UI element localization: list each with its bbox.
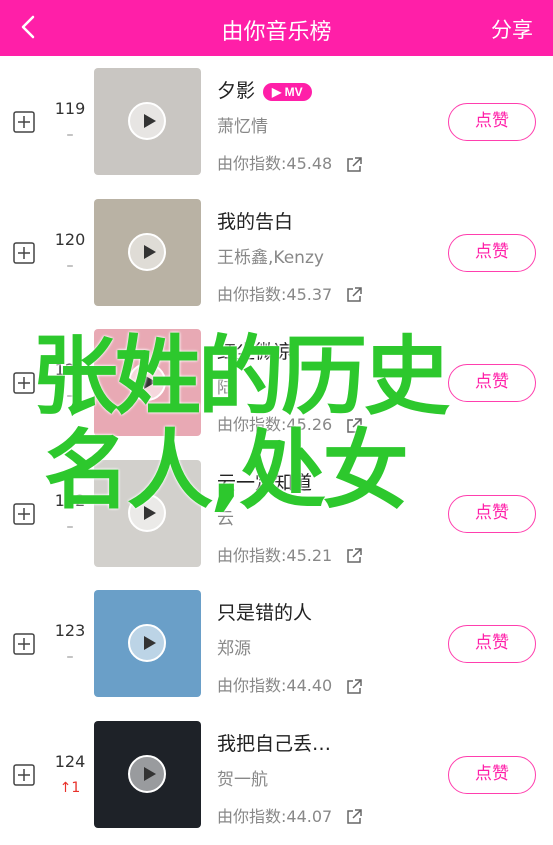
like-button[interactable]: 点赞 <box>448 233 536 272</box>
external-link-icon[interactable] <box>345 678 363 696</box>
chart-index: 由你指数:45.48 <box>217 150 363 174</box>
add-icon[interactable] <box>13 633 35 655</box>
song-title[interactable]: 只是错的人 <box>217 598 312 625</box>
play-icon[interactable] <box>128 363 166 401</box>
play-icon[interactable] <box>128 232 166 271</box>
add-icon[interactable] <box>13 241 35 264</box>
rank-change: – <box>66 257 74 274</box>
like-button[interactable]: 点赞 <box>448 625 536 663</box>
share-button[interactable]: 分享 <box>491 14 533 44</box>
chart-index: 由你指数:45.21 <box>217 542 363 566</box>
song-title[interactable]: 我的告白 <box>217 207 293 234</box>
song-row: 124 ↑1 我把自己丢… 贺一航 由你指数:44.07 点赞 <box>0 709 553 840</box>
song-title[interactable]: 夕影 ▶ MV <box>217 76 312 103</box>
album-cover[interactable] <box>94 590 201 697</box>
album-cover[interactable] <box>94 329 201 436</box>
song-title[interactable]: 我把自己丢… <box>217 729 331 756</box>
page-title: 由你音乐榜 <box>221 20 332 45</box>
rank-number: 122 <box>54 490 86 510</box>
external-link-icon[interactable] <box>345 547 363 565</box>
chart-index: 由你指数:44.40 <box>217 672 363 696</box>
external-link-icon[interactable] <box>345 417 363 435</box>
external-link-icon[interactable] <box>345 156 363 174</box>
rank-number: 121 <box>54 360 86 379</box>
play-icon[interactable] <box>128 624 166 662</box>
add-icon[interactable] <box>13 372 35 394</box>
album-cover[interactable] <box>94 198 201 306</box>
mv-badge[interactable]: ▶ MV <box>263 82 312 101</box>
add-icon[interactable] <box>13 763 35 786</box>
song-row: 121 – 红尘微凉 陆 由你指数:45.26 点赞 <box>0 317 553 448</box>
external-link-icon[interactable] <box>345 286 363 304</box>
external-link-icon[interactable] <box>345 808 363 826</box>
rank-change: – <box>66 388 74 404</box>
rank-number: 124 <box>54 751 86 771</box>
song-row: 122 – 云一定知道 云 由你指数:45.21 点赞 <box>0 448 553 579</box>
song-row: 123 – 只是错的人 郑源 由你指数:44.40 点赞 <box>0 578 553 709</box>
chart-list: 119 – 夕影 ▶ MV 萧忆情 由你指数:45.48 点赞 120 – 我的告… <box>0 56 553 839</box>
play-icon[interactable] <box>128 493 166 532</box>
album-cover[interactable] <box>94 68 201 175</box>
rank-change: ↑1 <box>59 779 81 796</box>
singer-name[interactable]: 云 <box>217 504 234 529</box>
album-cover[interactable] <box>94 720 201 828</box>
like-button[interactable]: 点赞 <box>448 755 536 794</box>
like-button[interactable]: 点赞 <box>448 364 536 402</box>
rank-change: – <box>66 518 74 535</box>
singer-name[interactable]: 王栎鑫,Kenzy <box>217 243 324 268</box>
play-triangle-icon: ▶ <box>272 84 282 99</box>
play-icon[interactable] <box>128 754 166 793</box>
add-icon[interactable] <box>13 502 35 525</box>
singer-name[interactable]: 陆 <box>217 373 234 398</box>
rank-number: 119 <box>54 99 86 118</box>
song-row: 120 – 我的告白 王栎鑫,Kenzy 由你指数:45.37 点赞 <box>0 187 553 318</box>
like-button[interactable]: 点赞 <box>448 103 536 141</box>
add-icon[interactable] <box>13 111 35 133</box>
rank-number: 120 <box>54 229 86 249</box>
app-header: 由你音乐榜 分享 <box>0 0 553 56</box>
chart-index: 由你指数:45.37 <box>217 281 363 305</box>
rank-change: – <box>66 127 74 143</box>
album-cover[interactable] <box>94 459 201 567</box>
song-title[interactable]: 云一定知道 <box>217 468 312 495</box>
rank-number: 123 <box>54 621 86 640</box>
chart-index: 由你指数:44.07 <box>217 803 363 827</box>
arrow-up-icon: ↑ <box>59 779 72 796</box>
song-title[interactable]: 红尘微凉 <box>217 337 293 364</box>
like-button[interactable]: 点赞 <box>448 494 536 533</box>
singer-name[interactable]: 萧忆情 <box>217 112 268 137</box>
rank-change: – <box>66 649 74 665</box>
play-icon[interactable] <box>128 102 166 140</box>
chart-index: 由你指数:45.26 <box>217 411 363 435</box>
singer-name[interactable]: 贺一航 <box>217 765 268 790</box>
singer-name[interactable]: 郑源 <box>217 634 251 659</box>
song-row: 119 – 夕影 ▶ MV 萧忆情 由你指数:45.48 点赞 <box>0 56 553 187</box>
